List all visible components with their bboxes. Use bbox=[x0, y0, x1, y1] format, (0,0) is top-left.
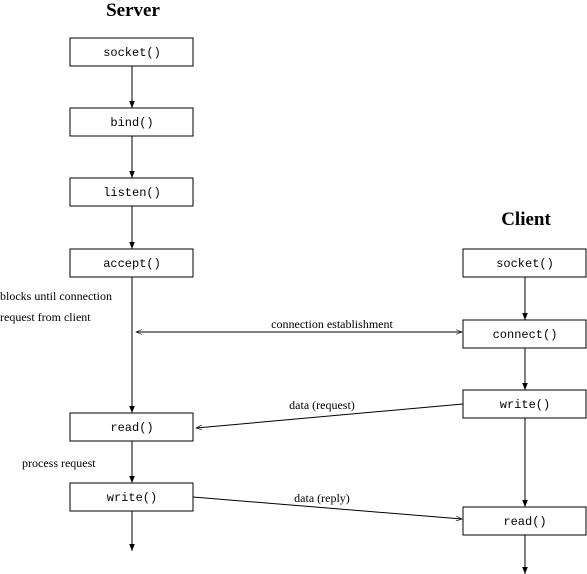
svg-text:write(): write() bbox=[107, 491, 157, 505]
svg-text:read(): read() bbox=[503, 515, 546, 529]
svg-text:bind(): bind() bbox=[110, 116, 153, 130]
client-write-box: write() bbox=[462, 389, 587, 419]
svg-text:read(): read() bbox=[110, 421, 153, 435]
client-connect-box: connect() bbox=[462, 319, 587, 349]
data-request-label: data (request) bbox=[289, 398, 355, 412]
svg-text:socket(): socket() bbox=[103, 46, 161, 60]
svg-text:write(): write() bbox=[500, 398, 550, 412]
server-listen-box: listen() bbox=[69, 177, 194, 207]
blocks-label-line2: request from client bbox=[0, 310, 91, 324]
svg-text:accept(): accept() bbox=[103, 257, 161, 271]
server-bind-box: bind() bbox=[69, 107, 194, 137]
server-read-box: read() bbox=[69, 412, 194, 442]
svg-text:listen(): listen() bbox=[103, 186, 161, 200]
connection-establishment-label: connection establishment bbox=[271, 317, 393, 331]
svg-text:connect(): connect() bbox=[493, 328, 558, 342]
server-write-box: write() bbox=[69, 482, 194, 512]
process-request-label: process request bbox=[22, 456, 96, 470]
data-reply-label: data (reply) bbox=[294, 491, 350, 505]
client-socket-box: socket() bbox=[462, 248, 587, 278]
blocks-label-line1: blocks until connection bbox=[0, 289, 112, 303]
client-title: Client bbox=[501, 209, 551, 230]
socket-flow-diagram: Server Client socket() bind() listen() a… bbox=[0, 0, 587, 574]
server-accept-box: accept() bbox=[69, 248, 194, 278]
server-title: Server bbox=[106, 0, 160, 21]
server-socket-box: socket() bbox=[69, 37, 194, 67]
svg-text:socket(): socket() bbox=[496, 257, 554, 271]
client-read-box: read() bbox=[462, 506, 587, 536]
